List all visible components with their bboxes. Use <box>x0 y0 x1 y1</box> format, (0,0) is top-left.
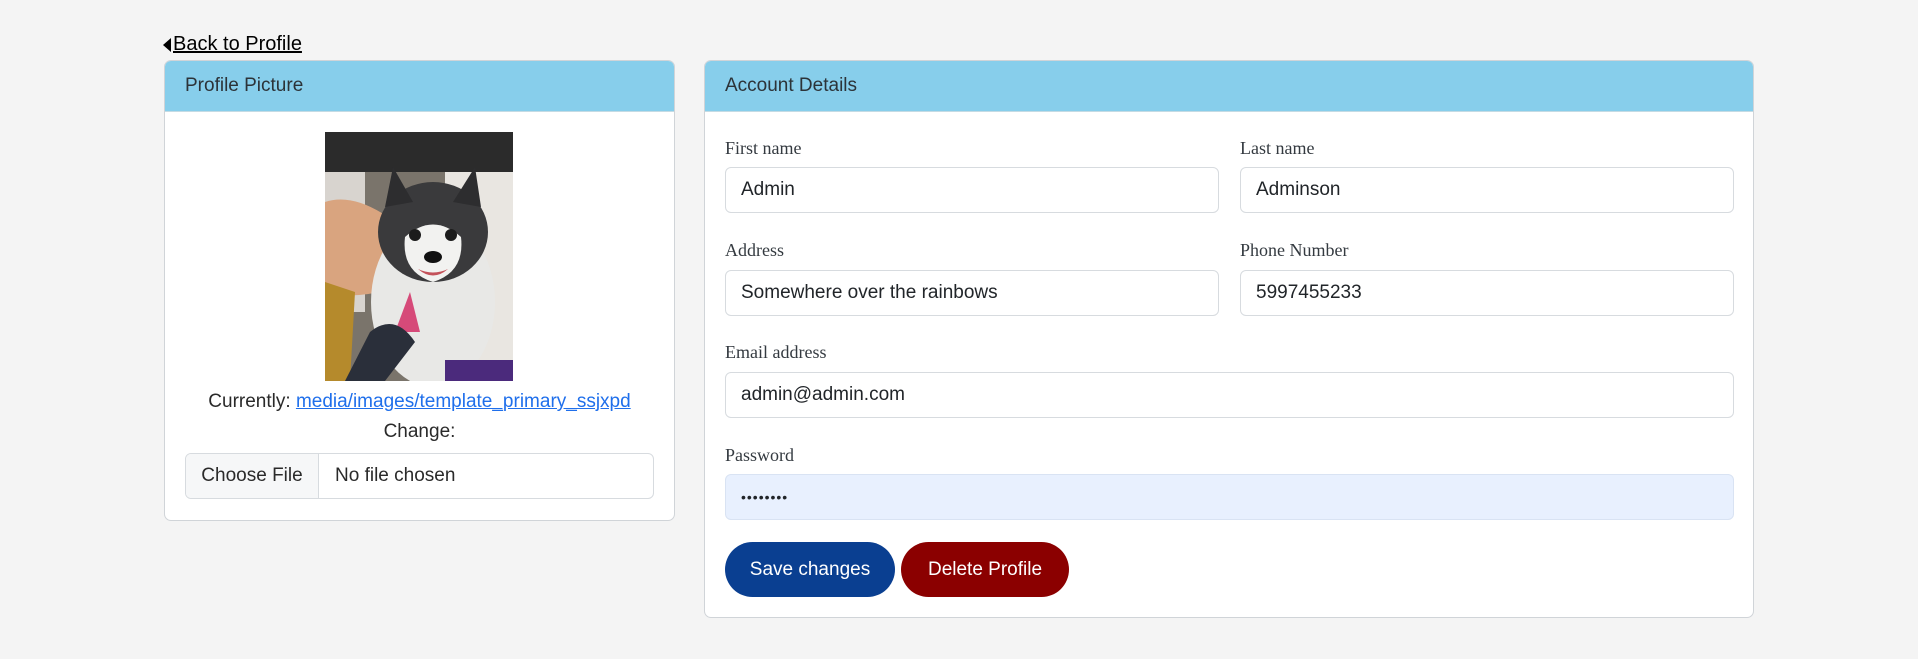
phone-number-field[interactable]: 5997455233 <box>1240 270 1734 316</box>
file-input[interactable]: Choose File No file chosen <box>185 453 654 499</box>
email-label: Email address <box>725 342 827 362</box>
password-field[interactable]: •••••••• <box>725 474 1734 520</box>
first-name-label: First name <box>725 138 802 158</box>
last-name-label: Last name <box>1240 138 1315 158</box>
caret-left-icon <box>163 37 171 52</box>
page: Back to Profile Profile Picture Currentl… <box>0 0 1918 659</box>
profile-picture-card: Profile Picture Currently: media/images/… <box>164 60 675 521</box>
last-name-field[interactable]: Adminson <box>1240 167 1734 213</box>
profile-picture-header: Profile Picture <box>165 61 674 112</box>
currently-label: Currently: <box>208 391 291 412</box>
current-file-line: Currently: media/images/template_primary… <box>165 391 674 413</box>
save-changes-button[interactable]: Save changes <box>725 542 895 597</box>
choose-file-button[interactable]: Choose File <box>186 454 319 498</box>
first-name-field[interactable]: Admin <box>725 167 1219 213</box>
email-field[interactable]: admin@admin.com <box>725 372 1734 418</box>
delete-profile-button[interactable]: Delete Profile <box>901 542 1069 597</box>
phone-number-label: Phone Number <box>1240 240 1349 260</box>
account-details-header: Account Details <box>705 61 1753 112</box>
address-label: Address <box>725 240 784 260</box>
back-to-profile-link[interactable]: Back to Profile <box>163 33 302 56</box>
change-label: Change: <box>383 421 456 442</box>
account-details-card: Account Details First name Admin Last na… <box>704 60 1754 618</box>
password-label: Password <box>725 445 795 465</box>
profile-photo <box>325 132 513 381</box>
current-file-link[interactable]: media/images/template_primary_ssjxpd <box>296 391 631 412</box>
file-name-display: No file chosen <box>335 465 456 486</box>
back-to-profile-label: Back to Profile <box>173 33 302 55</box>
address-field[interactable]: Somewhere over the rainbows <box>725 270 1219 316</box>
